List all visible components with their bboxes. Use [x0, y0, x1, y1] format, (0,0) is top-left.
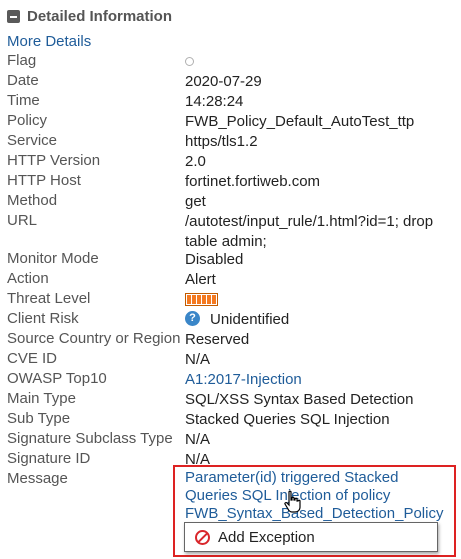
source-country-label: Source Country or Region: [7, 330, 181, 347]
client-risk-text: Unidentified: [210, 311, 290, 328]
http-version-value: 2.0: [185, 153, 206, 170]
row-flag: Flag: [0, 52, 461, 72]
message-link[interactable]: Parameter(id) triggered Stacked Queries …: [185, 469, 455, 523]
row-client-risk: Client Risk ? Unidentified: [0, 310, 461, 330]
threat-level-segment: [187, 295, 191, 304]
threat-level-label: Threat Level: [7, 290, 91, 307]
client-risk-value: ? Unidentified: [185, 310, 289, 330]
url-value: /autotest/input_rule/1.html?id=1; drop t…: [185, 213, 434, 250]
service-label: Service: [7, 132, 58, 149]
source-country-value: Reserved: [185, 331, 250, 348]
add-exception-button[interactable]: Add Exception: [184, 522, 438, 552]
row-service: Service https/tls1.2: [0, 132, 461, 152]
time-label: Time: [7, 92, 40, 109]
sub-type-label: Sub Type: [7, 410, 71, 427]
client-risk-label: Client Risk: [7, 310, 79, 327]
cve-id-value: N/A: [185, 351, 211, 368]
monitor-mode-label: Monitor Mode: [7, 250, 99, 267]
owasp-label: OWASP Top10: [7, 370, 107, 387]
owasp-link[interactable]: A1:2017-Injection: [185, 370, 302, 390]
http-host-value: fortinet.fortiweb.com: [185, 173, 321, 190]
policy-value: FWB_Policy_Default_AutoTest_ttp: [185, 113, 415, 130]
date-value: 2020-07-29: [185, 73, 262, 90]
threat-level-segment: [192, 295, 196, 304]
hand-cursor-icon: [284, 490, 301, 513]
more-details-link[interactable]: More Details: [7, 33, 91, 50]
threat-level-value: [185, 290, 218, 310]
policy-label: Policy: [7, 112, 48, 129]
threat-level-segment: [202, 295, 206, 304]
collapse-icon[interactable]: [7, 10, 20, 23]
add-exception-label: Add Exception: [218, 528, 315, 546]
row-http-version: HTTP Version 2.0: [0, 152, 461, 172]
row-method: Method get: [0, 192, 461, 212]
section-title: Detailed Information: [27, 8, 173, 25]
signature-subclass-value: N/A: [185, 431, 211, 448]
sub-type-value: Stacked Queries SQL Injection: [185, 411, 390, 428]
signature-subclass-label: Signature Subclass Type: [7, 430, 173, 447]
detailed-information-header[interactable]: Detailed Information: [7, 8, 172, 25]
date-label: Date: [7, 72, 39, 89]
row-cve-id: CVE ID N/A: [0, 350, 461, 370]
row-action: Action Alert: [0, 270, 461, 290]
row-http-host: HTTP Host fortinet.fortiweb.com: [0, 172, 461, 192]
row-date: Date 2020-07-29: [0, 72, 461, 92]
http-version-label: HTTP Version: [7, 152, 101, 169]
row-owasp: OWASP Top10 A1:2017-Injection: [0, 370, 461, 390]
flag-icon[interactable]: [185, 57, 194, 66]
main-type-label: Main Type: [7, 390, 76, 407]
time-value: 14:28:24: [185, 93, 244, 110]
flag-label: Flag: [7, 52, 37, 69]
row-threat-level: Threat Level: [0, 290, 461, 310]
row-time: Time 14:28:24: [0, 92, 461, 112]
threat-level-bar: [185, 293, 218, 306]
row-sub-type: Sub Type Stacked Queries SQL Injection: [0, 410, 461, 430]
method-label: Method: [7, 192, 58, 209]
url-label: URL: [7, 212, 38, 229]
action-label: Action: [7, 270, 49, 287]
row-url: URL /autotest/input_rule/1.html?id=1; dr…: [0, 212, 461, 252]
main-type-value: SQL/XSS Syntax Based Detection: [185, 391, 414, 408]
message-label: Message: [7, 470, 68, 487]
method-value: get: [185, 193, 206, 210]
row-policy: Policy FWB_Policy_Default_AutoTest_ttp: [0, 112, 461, 132]
flag-indicator[interactable]: [185, 52, 194, 72]
row-monitor-mode: Monitor Mode Disabled: [0, 250, 461, 270]
action-value: Alert: [185, 271, 216, 288]
threat-level-segment: [197, 295, 201, 304]
threat-level-segment: [207, 295, 211, 304]
cve-id-label: CVE ID: [7, 350, 58, 367]
monitor-mode-value: Disabled: [185, 251, 244, 268]
service-value: https/tls1.2: [185, 133, 258, 150]
ban-icon: [195, 529, 210, 545]
row-main-type: Main Type SQL/XSS Syntax Based Detection: [0, 390, 461, 410]
threat-level-segment: [212, 295, 216, 304]
row-source-country: Source Country or Region Reserved: [0, 330, 461, 350]
http-host-label: HTTP Host: [7, 172, 81, 189]
signature-id-label: Signature ID: [7, 450, 91, 467]
question-icon[interactable]: ?: [185, 310, 200, 326]
row-signature-subclass: Signature Subclass Type N/A: [0, 430, 461, 450]
